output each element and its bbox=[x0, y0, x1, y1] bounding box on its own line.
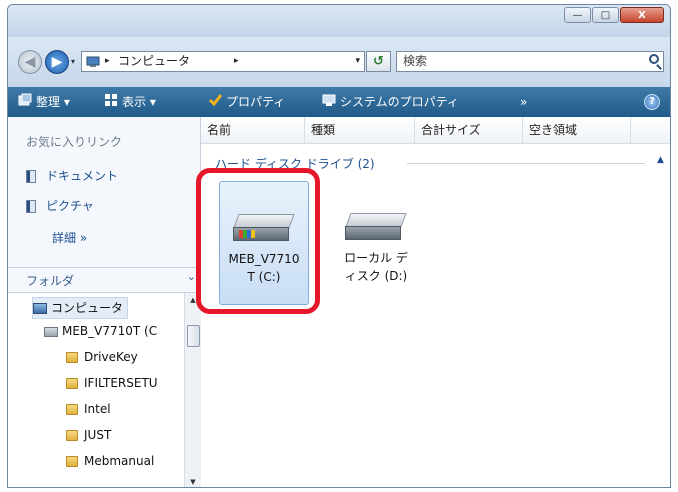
tree-scrollbar[interactable]: ▲ ▼ bbox=[184, 293, 201, 487]
system-properties-button[interactable]: システムのプロパティ bbox=[322, 87, 459, 117]
properties-label: プロパティ bbox=[226, 95, 286, 109]
folder-icon bbox=[66, 404, 78, 415]
breadcrumb-arrow[interactable]: ▸ bbox=[234, 52, 239, 71]
system-icon bbox=[322, 88, 336, 118]
organize-label: 整理 ▾ bbox=[36, 95, 70, 109]
tree-item-label: Mebmanual bbox=[84, 454, 155, 468]
documents-icon bbox=[26, 170, 36, 183]
favorite-links-header: お気に入りリンク bbox=[26, 135, 123, 149]
details-link[interactable]: 詳細 » bbox=[52, 229, 87, 246]
scrollbar-thumb[interactable] bbox=[187, 325, 200, 347]
tree-item-label: JUST bbox=[84, 428, 112, 442]
help-icon[interactable]: ? bbox=[644, 94, 660, 110]
breadcrumb-computer[interactable]: コンピュータ bbox=[118, 52, 190, 71]
folder-icon bbox=[66, 352, 78, 363]
search-placeholder: 検索 bbox=[403, 54, 428, 68]
checkmark-icon bbox=[208, 88, 223, 118]
tree-item-label: コンピュータ bbox=[51, 301, 124, 315]
more-commands-button[interactable]: » bbox=[520, 87, 527, 117]
pictures-icon bbox=[26, 200, 36, 213]
views-icon bbox=[104, 88, 118, 118]
column-free-space[interactable]: 空き領域 bbox=[523, 117, 631, 143]
tree-item-ifiltersetup[interactable]: IFILTERSETU bbox=[66, 373, 158, 393]
favorite-documents[interactable]: ドキュメント bbox=[26, 167, 118, 185]
back-button[interactable]: ◀ bbox=[18, 50, 42, 74]
tree-item-drive-c[interactable]: MEB_V7710T (C bbox=[44, 321, 157, 341]
highlight-annotation bbox=[196, 168, 320, 314]
command-bar: 整理 ▾ 表示 ▾ プロパティ システムのプロパティ » ? bbox=[8, 87, 670, 117]
drive-icon bbox=[44, 326, 58, 337]
explorer-window: — □ X ◀ ▶ ▾ ▸ コンピュータ ▸ ▾ ↺ 検索 整理 ▾ 表示 ▾ bbox=[7, 4, 671, 488]
favorite-documents-label: ドキュメント bbox=[46, 169, 119, 183]
navigation-pane: お気に入りリンク ドキュメント ピクチャ 詳細 » フォルダ ⌄ コンピュータ … bbox=[8, 117, 201, 487]
views-button[interactable]: 表示 ▾ bbox=[104, 87, 156, 117]
computer-icon bbox=[33, 303, 47, 314]
folder-icon bbox=[66, 378, 78, 389]
favorite-pictures[interactable]: ピクチャ bbox=[26, 197, 94, 215]
favorite-pictures-label: ピクチャ bbox=[46, 199, 94, 213]
column-total-size[interactable]: 合計サイズ bbox=[415, 117, 523, 143]
tree-item-label: MEB_V7710T (C bbox=[62, 324, 158, 338]
folder-icon bbox=[66, 456, 78, 467]
refresh-button[interactable]: ↺ bbox=[366, 51, 391, 72]
forward-button[interactable]: ▶ bbox=[45, 50, 69, 74]
title-bar: — □ X bbox=[8, 5, 670, 37]
drive-d-item[interactable]: ローカル デ ィスク (D:) bbox=[331, 181, 421, 305]
column-name[interactable]: 名前 bbox=[201, 117, 305, 143]
maximize-button[interactable]: □ bbox=[592, 7, 619, 23]
tree-item-label: DriveKey bbox=[84, 350, 138, 364]
scroll-down-icon[interactable]: ▼ bbox=[185, 475, 201, 487]
tree-item-mebmanual[interactable]: Mebmanual bbox=[66, 451, 154, 471]
drive-icon bbox=[345, 213, 407, 241]
chevron-down-icon[interactable]: ⌄ bbox=[187, 270, 196, 283]
recent-pages-dropdown[interactable]: ▾ bbox=[71, 57, 75, 66]
folders-label: フォルダ bbox=[26, 274, 75, 288]
column-type[interactable]: 種類 bbox=[305, 117, 415, 143]
address-bar[interactable]: ▸ コンピュータ ▸ ▾ bbox=[81, 51, 365, 72]
tree-item-drivekey[interactable]: DriveKey bbox=[66, 347, 138, 367]
tree-item-intel[interactable]: Intel bbox=[66, 399, 111, 419]
column-headers: 名前 種類 合計サイズ 空き領域 bbox=[201, 117, 670, 144]
breadcrumb-arrow[interactable]: ▸ bbox=[105, 52, 110, 71]
window-controls: — □ X bbox=[564, 7, 664, 23]
properties-button[interactable]: プロパティ bbox=[208, 87, 285, 117]
drive-d-label-line2: ィスク (D:) bbox=[344, 269, 408, 283]
organize-button[interactable]: 整理 ▾ bbox=[18, 87, 70, 117]
folder-tree: コンピュータ MEB_V7710T (C DriveKey IFILTERSET… bbox=[8, 293, 184, 487]
system-properties-label: システムのプロパティ bbox=[340, 95, 459, 109]
close-button[interactable]: X bbox=[620, 7, 664, 23]
computer-icon bbox=[86, 55, 100, 67]
search-input[interactable]: 検索 bbox=[396, 51, 664, 72]
views-label: 表示 ▾ bbox=[122, 95, 156, 109]
group-divider bbox=[407, 163, 645, 164]
organize-icon bbox=[18, 88, 32, 118]
tree-item-label: IFILTERSETU bbox=[84, 376, 158, 390]
search-icon[interactable] bbox=[649, 54, 659, 64]
address-dropdown-icon[interactable]: ▾ bbox=[355, 52, 360, 71]
tree-item-label: Intel bbox=[84, 402, 111, 416]
address-row: ◀ ▶ ▾ ▸ コンピュータ ▸ ▾ ↺ 検索 bbox=[8, 37, 670, 87]
folders-bar[interactable]: フォルダ ⌄ bbox=[8, 267, 200, 293]
minimize-button[interactable]: — bbox=[564, 7, 591, 23]
drive-d-label-line1: ローカル デ bbox=[344, 251, 408, 265]
tree-item-computer[interactable]: コンピュータ bbox=[32, 297, 129, 319]
tree-item-just[interactable]: JUST bbox=[66, 425, 111, 445]
collapse-group-icon[interactable]: ▲ bbox=[657, 155, 664, 165]
folder-icon bbox=[66, 430, 78, 441]
